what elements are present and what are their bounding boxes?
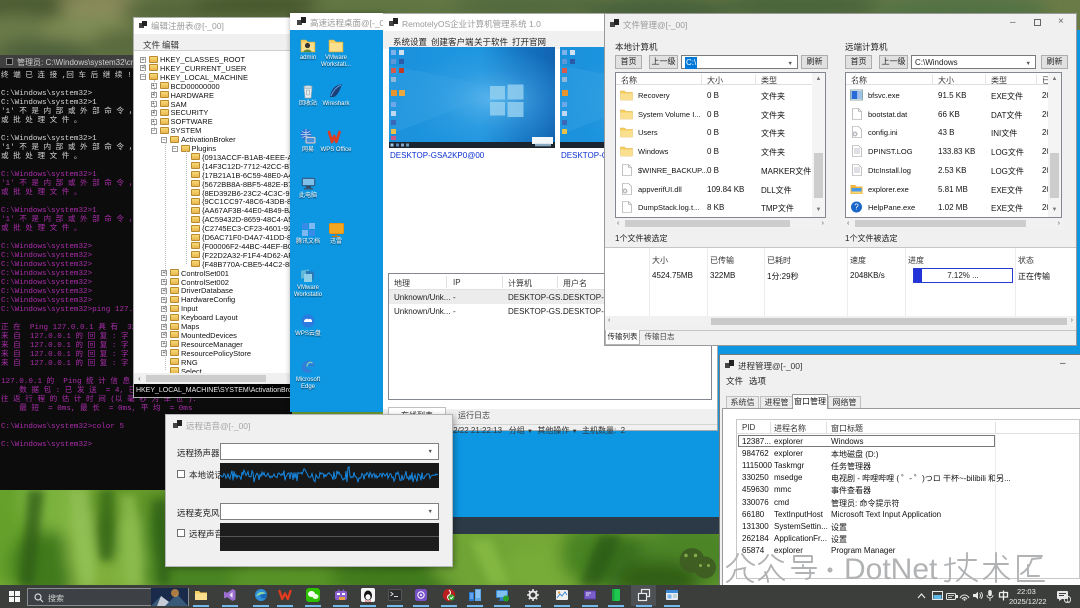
svg-text:?: ?: [854, 203, 859, 212]
svg-text:DotNet: DotNet: [844, 553, 938, 586]
